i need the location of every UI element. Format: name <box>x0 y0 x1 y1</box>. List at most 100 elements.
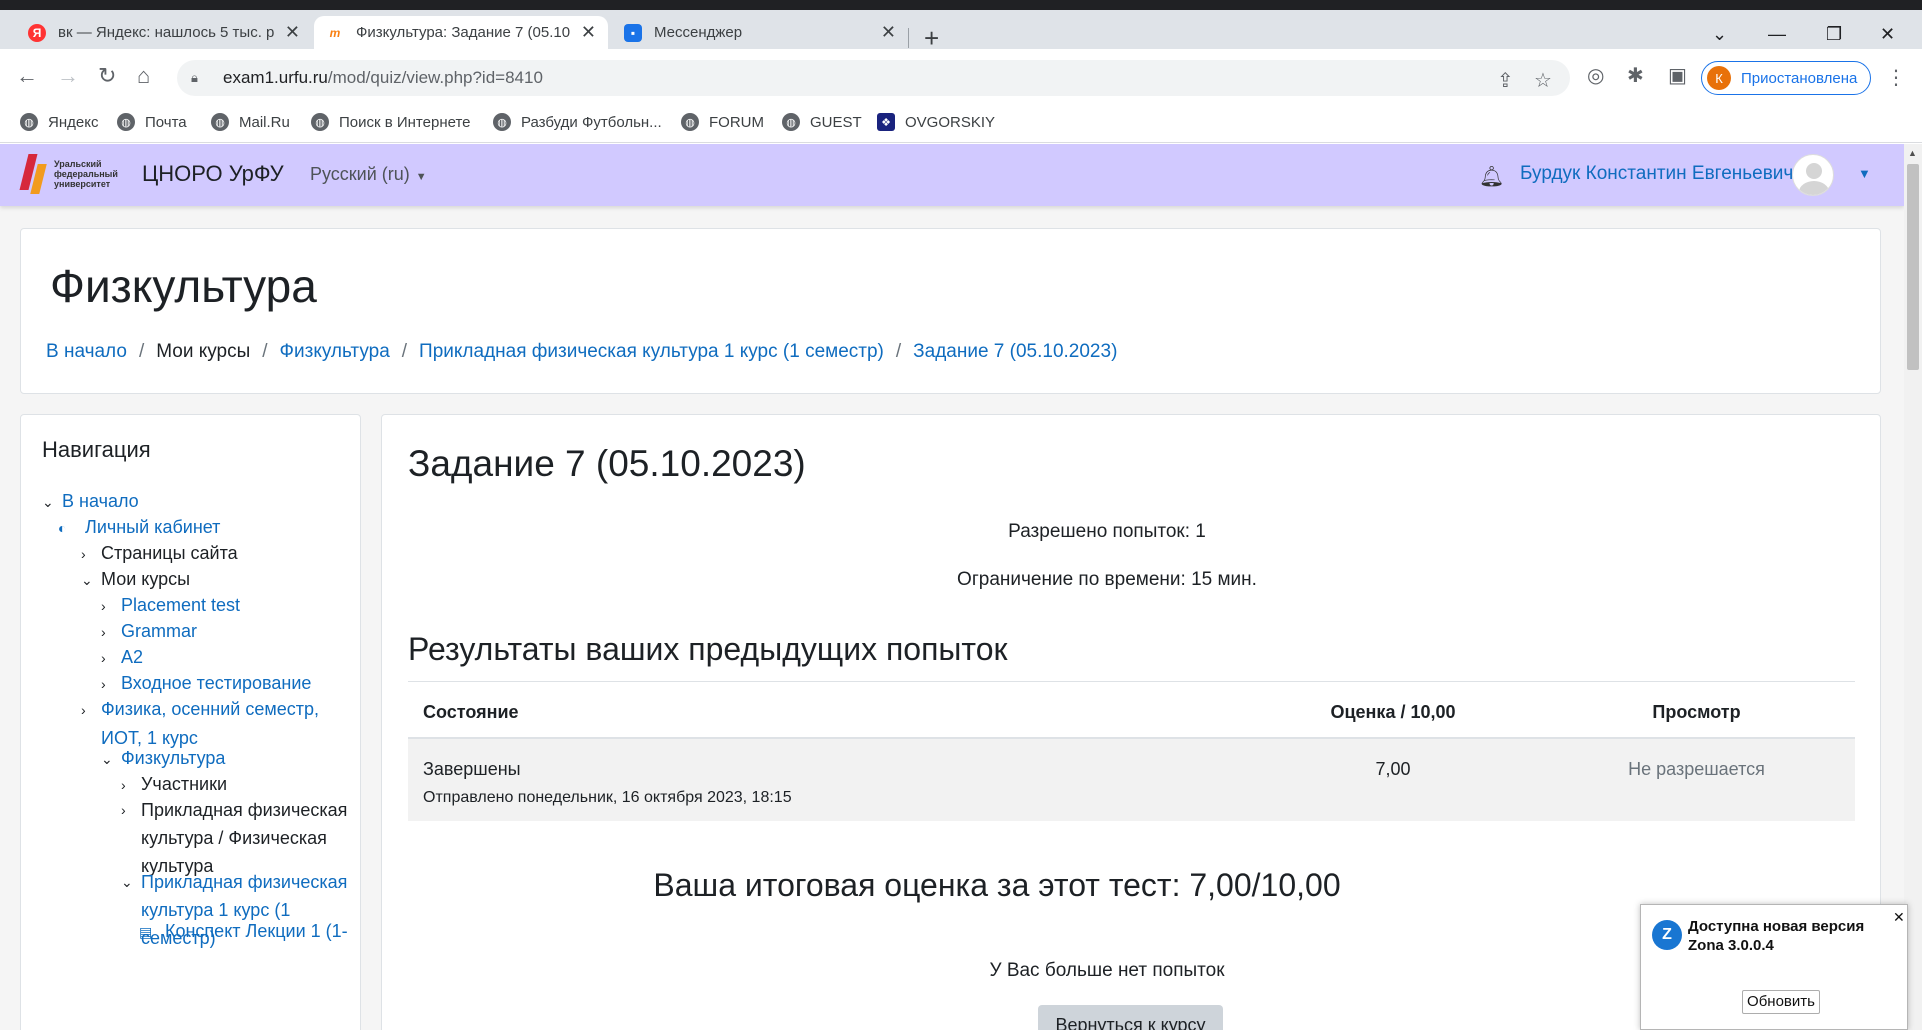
chevron-right-icon: › <box>101 598 106 614</box>
globe-icon: ◍ <box>493 113 511 131</box>
chevron-right-icon: › <box>81 702 86 718</box>
tab-separator <box>908 28 909 48</box>
bookmarks-bar: ◍ Яндекс ◍ Почта ◍ Mail.Ru ◍ Поиск в Интерне… <box>0 107 1922 143</box>
breadcrumb-section[interactable]: Прикладная физическая культура 1 курс (1… <box>419 341 884 363</box>
minimize-icon[interactable]: — <box>1768 24 1786 45</box>
back-to-course-button[interactable]: Вернуться к курсу <box>1038 1005 1223 1030</box>
profile-avatar: К <box>1707 66 1731 90</box>
tab-title: Мессенджер <box>654 24 743 41</box>
reload-icon[interactable]: ↻ <box>98 63 116 89</box>
restore-icon[interactable]: ❐ <box>1826 24 1842 45</box>
bookmark-item[interactable]: ◍ Поиск в Интернете <box>311 113 471 131</box>
url-host: exam1.urfu.ru <box>223 68 328 87</box>
caret-down-icon: ▼ <box>415 171 427 183</box>
scroll-up-arrow-icon[interactable]: ▲ <box>1908 148 1917 158</box>
nav-item-participants[interactable]: › Участники <box>121 770 227 799</box>
breadcrumb-course[interactable]: Физкультура <box>280 341 390 363</box>
breadcrumb-quiz[interactable]: Задание 7 (05.10.2023) <box>913 341 1117 363</box>
bookmark-item[interactable]: ◍ Mail.Ru <box>211 113 290 131</box>
attempt-state: Завершены <box>423 759 521 779</box>
nav-item-home[interactable]: ⌄ В начало <box>42 487 139 516</box>
scrollbar-thumb[interactable] <box>1907 164 1919 370</box>
nav-item-site-pages[interactable]: › Страницы сайта <box>81 539 238 568</box>
tab-title: Физкультура: Задание 7 (05.10. <box>356 24 571 41</box>
lock-icon: 🔒︎ <box>191 70 198 85</box>
profile-button[interactable]: К Приостановлена <box>1701 61 1871 95</box>
chevron-down-icon: ⌄ <box>101 751 113 767</box>
chevron-down-icon: ⌄ <box>81 572 93 588</box>
bookmark-item[interactable]: ❖ OVGORSKIY <box>877 113 995 131</box>
globe-icon: ◍ <box>20 113 38 131</box>
forward-arrow-icon[interactable]: → <box>57 63 79 89</box>
breadcrumb: В начало / Мои курсы / Физкультура / При… <box>46 341 1117 363</box>
table-header: Состояние Оценка / 10,00 Просмотр <box>408 681 1855 739</box>
close-tab-icon[interactable]: ✕ <box>581 22 596 43</box>
bookmark-item[interactable]: ◍ GUEST <box>782 113 862 131</box>
update-button[interactable]: Обновить <box>1742 990 1820 1014</box>
messenger-icon: ▪ <box>624 23 642 42</box>
breadcrumb-my-courses: Мои курсы <box>156 341 251 362</box>
tab-yandex[interactable]: Я вк — Яндекс: нашлось 5 тыс. ре ✕ <box>16 16 312 49</box>
page-title: Физкультура <box>50 260 317 312</box>
site-logo[interactable]: Уральский федеральный университет ЦНОРО … <box>19 152 284 196</box>
chevron-right-icon: › <box>101 650 106 666</box>
bookmark-item[interactable]: ◍ Почта <box>117 113 187 131</box>
window-top-edge <box>0 0 1922 10</box>
attempt-grade: 7,00 <box>1375 759 1411 779</box>
close-tab-icon[interactable]: ✕ <box>285 22 300 43</box>
nav-item-dashboard[interactable]: ◐ Личный кабинет <box>58 513 220 542</box>
tab-title: вк — Яндекс: нашлось 5 тыс. ре <box>58 24 275 41</box>
new-tab-plus-icon[interactable]: + <box>924 25 939 51</box>
nav-item-course[interactable]: › A2 <box>101 643 143 672</box>
tab-messenger[interactable]: ▪ Мессенджер ✕ <box>612 16 908 49</box>
page-scrollbar[interactable]: ▲ <box>1904 144 1922 1030</box>
user-name[interactable]: Бурдук Константин Евгеньевич <box>1520 163 1793 185</box>
user-avatar[interactable] <box>1792 154 1834 196</box>
extension-icon[interactable]: ◎ <box>1587 63 1604 88</box>
language-label: Русский (ru) <box>310 164 410 184</box>
user-menu-caret-icon[interactable]: ▼ <box>1858 166 1871 181</box>
breadcrumb-separator: / <box>895 341 902 362</box>
chevron-down-icon: ⌄ <box>42 494 54 510</box>
ovgorskiy-icon: ❖ <box>877 113 895 131</box>
breadcrumb-home[interactable]: В начало <box>46 341 127 363</box>
side-panel-icon[interactable]: ▣ <box>1668 63 1687 88</box>
chevron-right-icon: › <box>101 624 106 640</box>
nav-item-resource[interactable]: ▤ Конспект Лекции 1 (1- <box>139 917 348 946</box>
page-viewport: Уральский федеральный университет ЦНОРО … <box>0 144 1904 1030</box>
language-menu[interactable]: Русский (ru) ▼ <box>310 164 427 185</box>
tab-quiz[interactable]: m Физкультура: Задание 7 (05.10. ✕ <box>314 16 608 49</box>
close-icon[interactable]: ✕ <box>1893 909 1905 926</box>
quiz-title: Задание 7 (05.10.2023) <box>408 443 806 484</box>
nav-item-course[interactable]: › Входное тестирование <box>101 669 311 698</box>
notification-message: Доступна новая версия Zona 3.0.0.4 <box>1688 918 1865 954</box>
globe-icon: ◍ <box>117 113 135 131</box>
share-icon[interactable]: ⇪ <box>1497 68 1514 93</box>
breadcrumb-separator: / <box>138 341 145 362</box>
no-more-attempts: У Вас больше нет попыток <box>989 960 1225 981</box>
globe-icon: ◍ <box>311 113 329 131</box>
back-arrow-icon[interactable]: ← <box>16 63 38 89</box>
bookmark-item[interactable]: ◍ Яндекс <box>20 113 98 131</box>
puzzle-extensions-icon[interactable]: ✱ <box>1627 63 1644 88</box>
tab-strip: Я вк — Яндекс: нашлось 5 тыс. ре ✕ m Физ… <box>0 10 1922 51</box>
close-tab-icon[interactable]: ✕ <box>881 22 896 43</box>
university-logo-text: Уральский федеральный университет <box>54 159 118 189</box>
nav-item-course[interactable]: › Placement test <box>101 591 240 620</box>
bell-icon[interactable]: 🔔︎ <box>1479 164 1504 189</box>
column-header-grade: Оценка / 10,00 <box>1330 702 1456 722</box>
table-row: Завершены Отправлено понедельник, 16 окт… <box>408 739 1855 821</box>
tab-search-chevron-icon[interactable]: ⌄ <box>1712 24 1727 45</box>
bookmark-item[interactable]: ◍ FORUM <box>681 113 764 131</box>
close-window-icon[interactable]: ✕ <box>1880 24 1895 45</box>
bookmark-star-icon[interactable]: ☆ <box>1534 68 1552 93</box>
nav-item-course-physed[interactable]: ⌄ Физкультура <box>101 744 225 773</box>
bookmark-item[interactable]: ◍ Разбуди Футбольн... <box>493 113 662 131</box>
breadcrumb-separator: / <box>401 341 408 362</box>
url-field[interactable]: 🔒︎ exam1.urfu.ru /mod/quiz/view.php?id=8… <box>177 60 1570 96</box>
update-notification: Z Доступна новая версия Zona 3.0.0.4 ✕ О… <box>1640 904 1908 1030</box>
nav-item-course[interactable]: › Grammar <box>101 617 197 646</box>
nav-item-my-courses[interactable]: ⌄ Мои курсы <box>81 565 190 594</box>
home-icon[interactable]: ⌂ <box>137 63 150 89</box>
browser-menu-icon[interactable]: ⋮ <box>1886 65 1906 90</box>
